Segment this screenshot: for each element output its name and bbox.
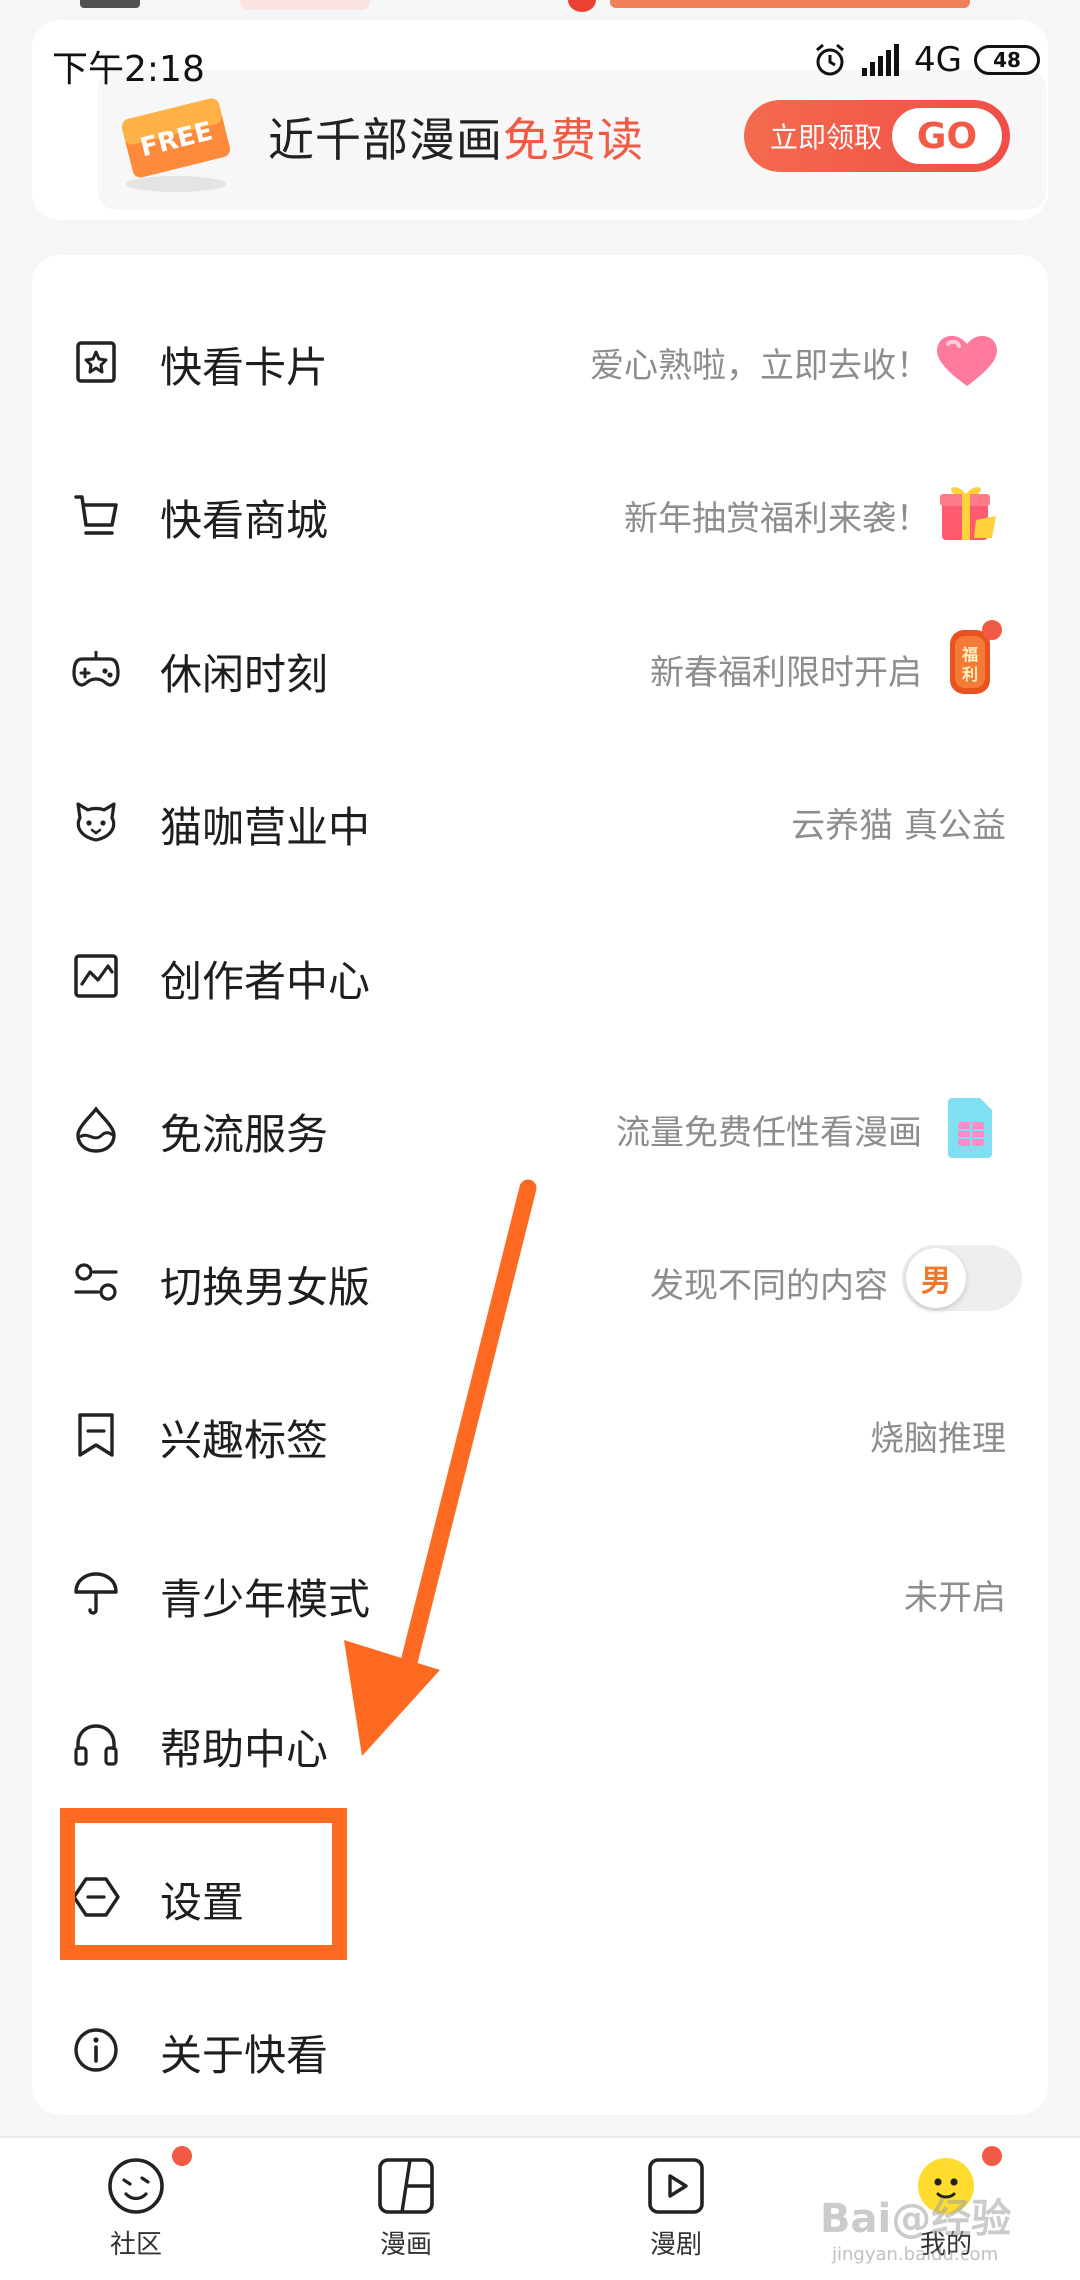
menu-label: 青少年模式	[160, 1575, 371, 1624]
menu-label: 猫咖营业中	[160, 803, 371, 852]
menu-item-leisure[interactable]: 休闲时刻 新春福利限时开启 福利	[32, 592, 1048, 742]
watermark-url: jingyan.baidu.com	[832, 2244, 999, 2265]
status-bar: 下午2:18 4G 48	[0, 30, 1080, 90]
gender-toggle[interactable]: 男	[902, 1245, 1022, 1311]
comic-icon	[376, 2154, 436, 2218]
cutoff-dot	[568, 0, 596, 12]
menu-hint: 新年抽赏福利来袭！	[624, 499, 930, 539]
claim-label: 立即领取	[770, 121, 883, 154]
status-time: 下午2:18	[52, 49, 205, 90]
notification-dot	[172, 2146, 192, 2166]
menu-item-about[interactable]: 关于快看	[32, 1973, 1048, 2123]
menu-hint: 未开启	[904, 1578, 1006, 1618]
network-type: 4G	[914, 40, 962, 80]
menu-hint: 云养猫 真公益	[791, 806, 1006, 846]
info-icon	[72, 2026, 120, 2074]
menu-hint: 爱心熟啦，立即去收！	[590, 346, 930, 386]
gift-icon	[936, 480, 1002, 548]
menu-label: 免流服务	[160, 1110, 329, 1159]
menu-hint: 烧脑推理	[870, 1419, 1006, 1459]
menu-label: 创作者中心	[160, 957, 371, 1006]
umbrella-icon	[72, 1570, 120, 1618]
cutoff-pill	[240, 0, 370, 10]
nav-label: 漫剧	[649, 2230, 702, 2260]
promo-text: 近千部漫画免费读	[268, 113, 644, 167]
alarm-icon	[812, 42, 848, 78]
nav-label: 漫画	[379, 2230, 432, 2260]
gender-toggle-knob: 男	[906, 1248, 966, 1308]
community-icon	[106, 2154, 166, 2218]
watermark: Bai@经验	[820, 2196, 1012, 2242]
cutoff-text	[80, 0, 140, 8]
free-read-banner[interactable]: FREE 近千部漫画免费读 立即领取 GO	[98, 70, 1046, 210]
menu-hint: 流量免费任性看漫画	[616, 1113, 922, 1153]
menu-item-teen-mode[interactable]: 青少年模式 未开启	[32, 1517, 1048, 1667]
svg-text:福: 福	[961, 645, 978, 664]
menu-label: 帮助中心	[160, 1725, 329, 1774]
cat-icon	[72, 798, 120, 846]
chart-icon	[72, 952, 120, 1000]
sim-card-icon	[946, 1094, 996, 1164]
menu-label: 关于快看	[160, 2031, 329, 2080]
menu-item-help[interactable]: 帮助中心	[32, 1667, 1048, 1817]
free-badge-icon: FREE	[116, 88, 236, 198]
drop-icon	[72, 1105, 120, 1153]
gamepad-icon	[72, 645, 120, 693]
svg-text:利: 利	[962, 665, 978, 684]
heart-icon	[932, 330, 1002, 394]
signal-icon	[860, 44, 902, 76]
notification-dot	[982, 2146, 1002, 2166]
menu-item-data-free[interactable]: 免流服务 流量免费任性看漫画	[32, 1052, 1048, 1202]
top-strip-cutoff	[0, 0, 1080, 12]
tab-comic[interactable]: 漫画	[316, 2138, 496, 2280]
battery-indicator: 48	[974, 45, 1040, 75]
notification-dot	[982, 620, 1002, 640]
settings-highlight-box	[60, 1808, 347, 1960]
status-indicators: 4G 48	[812, 40, 1040, 80]
menu-label: 快看卡片	[160, 343, 329, 392]
tab-community[interactable]: 社区	[46, 2138, 226, 2280]
menu-item-interest-tags[interactable]: 兴趣标签 烧脑推理	[32, 1358, 1048, 1508]
menu-hint: 发现不同的内容	[650, 1266, 888, 1306]
tag-icon	[72, 1411, 120, 1459]
cutoff-banner	[610, 0, 970, 8]
play-icon	[646, 2154, 706, 2218]
tab-short-drama[interactable]: 漫剧	[586, 2138, 766, 2280]
menu-label: 休闲时刻	[160, 650, 329, 699]
claim-button[interactable]: 立即领取 GO	[744, 100, 1010, 172]
menu-item-creator[interactable]: 创作者中心	[32, 899, 1048, 1049]
menu-item-mall[interactable]: 快看商城 新年抽赏福利来袭！	[32, 438, 1048, 588]
menu-item-cat-cafe[interactable]: 猫咖营业中 云养猫 真公益	[32, 745, 1048, 895]
menu-item-gender-switch[interactable]: 切换男女版 发现不同的内容 男	[32, 1205, 1048, 1355]
go-label: GO	[892, 108, 1002, 164]
menu-item-cards[interactable]: 快看卡片 爱心熟啦，立即去收！	[32, 285, 1048, 435]
menu-label: 切换男女版	[160, 1263, 371, 1312]
nav-label: 社区	[109, 2230, 162, 2260]
headphones-icon	[72, 1720, 120, 1768]
menu-hint: 新春福利限时开启	[650, 653, 922, 693]
menu-label: 兴趣标签	[160, 1416, 329, 1465]
card-star-icon	[72, 338, 120, 386]
cart-icon	[72, 491, 120, 539]
switch-icon	[72, 1258, 120, 1306]
menu-label: 快看商城	[160, 496, 329, 545]
promo-highlight: 免费读	[503, 113, 644, 167]
